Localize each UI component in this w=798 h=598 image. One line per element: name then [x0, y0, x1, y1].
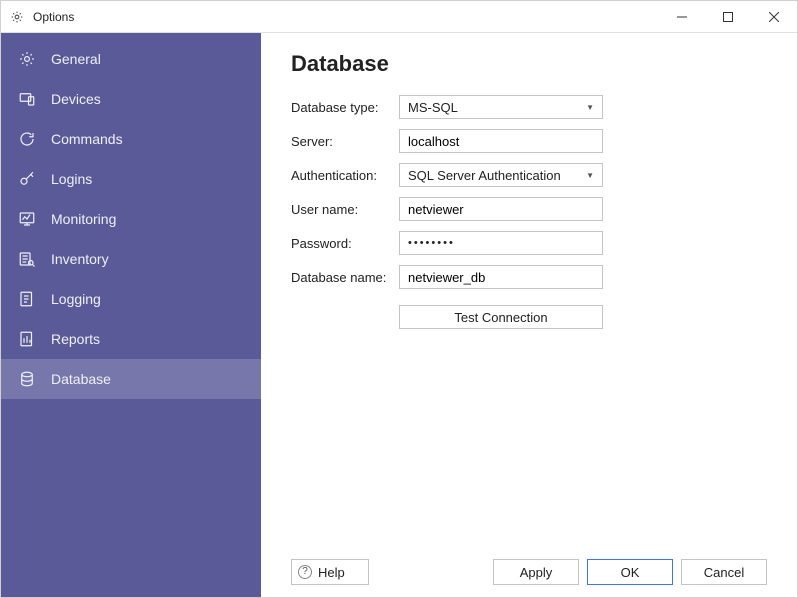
gear-outline-icon — [17, 49, 37, 69]
sidebar-item-general[interactable]: General — [1, 39, 261, 79]
server-input[interactable] — [399, 129, 603, 153]
sidebar-item-label: Inventory — [51, 251, 109, 267]
devices-icon — [17, 89, 37, 109]
sidebar-item-commands[interactable]: Commands — [1, 119, 261, 159]
database-form: Database type: MS-SQL ▼ Server: Authenti… — [291, 95, 767, 329]
sidebar-item-logins[interactable]: Logins — [1, 159, 261, 199]
titlebar: Options — [1, 1, 797, 33]
key-icon — [17, 169, 37, 189]
list-search-icon — [17, 249, 37, 269]
user-name-input[interactable] — [399, 197, 603, 221]
label-database-type: Database type: — [291, 100, 399, 115]
maximize-button[interactable] — [705, 1, 751, 33]
label-authentication: Authentication: — [291, 168, 399, 183]
sidebar-item-database[interactable]: Database — [1, 359, 261, 399]
label-database-name: Database name: — [291, 270, 399, 285]
main-panel: Database Database type: MS-SQL ▼ Server:… — [261, 33, 797, 597]
label-password: Password: — [291, 236, 399, 251]
test-connection-button[interactable]: Test Connection — [399, 305, 603, 329]
options-window: Options General — [0, 0, 798, 598]
apply-button[interactable]: Apply — [493, 559, 579, 585]
monitor-chart-icon — [17, 209, 37, 229]
sidebar-item-label: Monitoring — [51, 211, 116, 227]
apply-label: Apply — [520, 565, 553, 580]
window-title: Options — [33, 10, 74, 24]
chevron-down-icon: ▼ — [586, 103, 594, 112]
log-icon — [17, 289, 37, 309]
database-type-value: MS-SQL — [408, 100, 458, 115]
dialog-footer: ? Help Apply OK Cancel — [291, 549, 767, 585]
sidebar-item-label: Database — [51, 371, 111, 387]
ok-label: OK — [621, 565, 640, 580]
ok-button[interactable]: OK — [587, 559, 673, 585]
cancel-label: Cancel — [704, 565, 744, 580]
reports-icon — [17, 329, 37, 349]
sidebar-item-label: Logging — [51, 291, 101, 307]
password-input[interactable]: •••••••• — [399, 231, 603, 255]
sidebar-item-label: Logins — [51, 171, 92, 187]
sidebar-item-devices[interactable]: Devices — [1, 79, 261, 119]
database-name-input[interactable] — [399, 265, 603, 289]
close-button[interactable] — [751, 1, 797, 33]
minimize-button[interactable] — [659, 1, 705, 33]
authentication-select[interactable]: SQL Server Authentication ▼ — [399, 163, 603, 187]
label-user-name: User name: — [291, 202, 399, 217]
gear-icon — [9, 9, 25, 25]
sidebar-item-logging[interactable]: Logging — [1, 279, 261, 319]
titlebar-controls — [659, 1, 797, 33]
help-button[interactable]: ? Help — [291, 559, 369, 585]
sidebar-item-monitoring[interactable]: Monitoring — [1, 199, 261, 239]
label-server: Server: — [291, 134, 399, 149]
help-label: Help — [318, 565, 345, 580]
help-icon: ? — [298, 565, 312, 579]
page-title: Database — [291, 51, 767, 77]
sidebar-item-label: Reports — [51, 331, 100, 347]
password-mask: •••••••• — [408, 237, 455, 249]
sidebar: General Devices Commands Logins — [1, 33, 261, 597]
cancel-button[interactable]: Cancel — [681, 559, 767, 585]
refresh-icon — [17, 129, 37, 149]
sidebar-item-label: Devices — [51, 91, 101, 107]
chevron-down-icon: ▼ — [586, 171, 594, 180]
sidebar-item-inventory[interactable]: Inventory — [1, 239, 261, 279]
test-connection-label: Test Connection — [454, 310, 547, 325]
database-type-select[interactable]: MS-SQL ▼ — [399, 95, 603, 119]
sidebar-item-reports[interactable]: Reports — [1, 319, 261, 359]
authentication-value: SQL Server Authentication — [408, 168, 561, 183]
sidebar-item-label: Commands — [51, 131, 123, 147]
sidebar-item-label: General — [51, 51, 101, 67]
database-icon — [17, 369, 37, 389]
